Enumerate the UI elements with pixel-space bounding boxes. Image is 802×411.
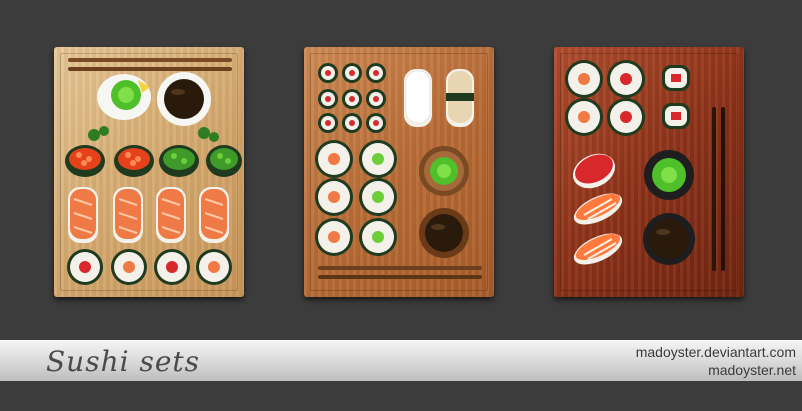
- sushi-set-3-illustration: [565, 60, 725, 271]
- wasabi-icon: [97, 74, 151, 120]
- maki-roll-icon: [67, 249, 232, 285]
- soy-sauce-icon: [419, 208, 469, 258]
- sushi-set-2-illustration: [315, 63, 482, 279]
- wasabi-icon: [644, 150, 694, 200]
- maki-roll-icon: [565, 60, 645, 136]
- sushi-set-red-board[interactable]: [554, 47, 744, 297]
- squid-nigiri-icon: [404, 69, 474, 127]
- chopsticks-icon: [68, 58, 232, 71]
- chopsticks-icon: [712, 107, 725, 271]
- page-title: Sushi sets: [46, 345, 201, 378]
- sushi-set-1-illustration: [65, 58, 242, 285]
- deviantart-link[interactable]: madoyster.deviantart.com: [636, 344, 796, 360]
- tuna-nigiri-icon: [572, 153, 616, 189]
- soy-sauce-icon: [643, 213, 695, 265]
- small-maki-grid-icon: [318, 63, 386, 133]
- footer-banner: Sushi sets madoyster.deviantart.com mado…: [0, 340, 802, 381]
- small-maki-icon: [662, 65, 690, 129]
- shrimp-nigiri-icon: [573, 193, 623, 265]
- garnish-icon: [88, 126, 219, 142]
- website-link[interactable]: madoyster.net: [708, 362, 796, 378]
- sushi-set-medium-board[interactable]: [304, 47, 494, 297]
- sushi-set-light-board[interactable]: [54, 47, 244, 297]
- salmon-nigiri-icon: [68, 187, 229, 243]
- chopsticks-icon: [318, 266, 482, 279]
- seaweed-salad-icon: [159, 145, 242, 177]
- wasabi-icon: [419, 146, 469, 196]
- roe-sushi-icon: [65, 145, 154, 177]
- soy-sauce-icon: [157, 72, 211, 126]
- maki-roll-icon: [315, 140, 397, 256]
